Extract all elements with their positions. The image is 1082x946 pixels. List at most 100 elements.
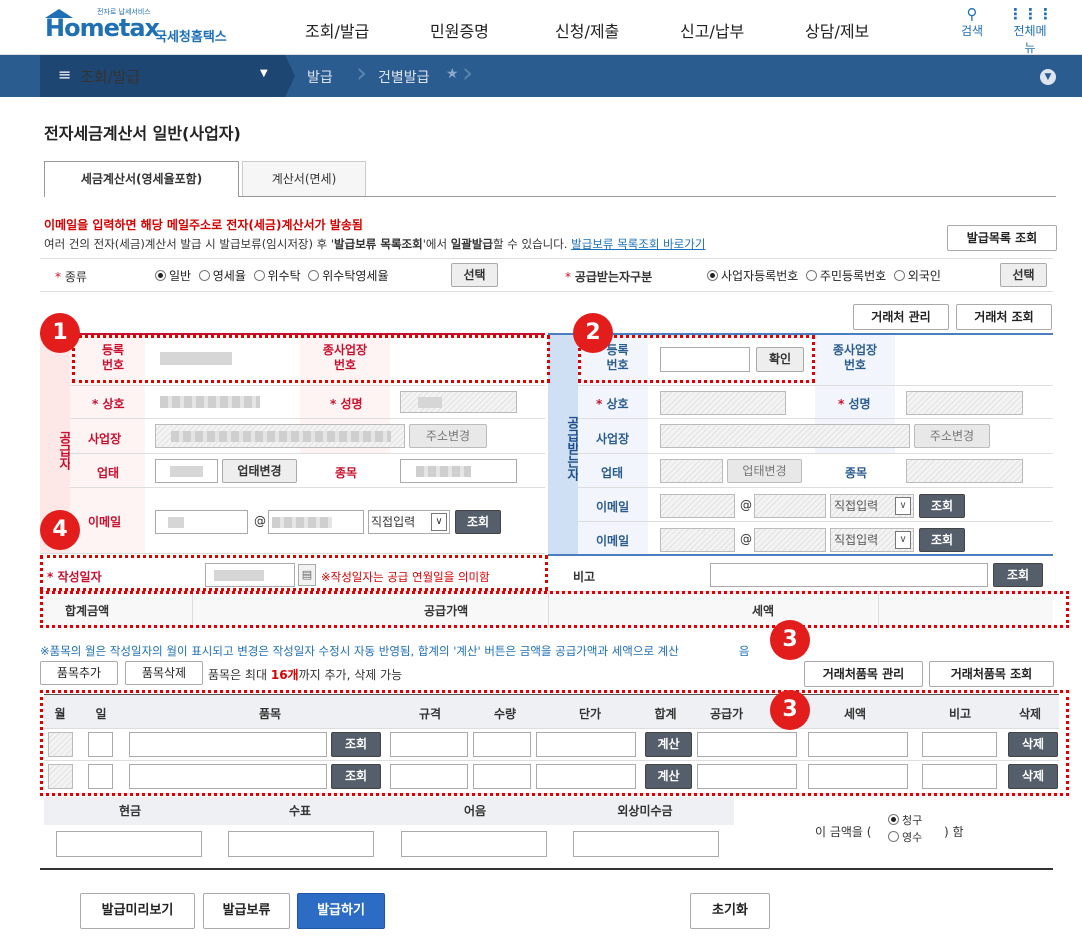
supplier-email-select-value: 직접입력 bbox=[371, 515, 416, 529]
hometax-logo[interactable]: 전자로 납세서비스 Hometax 국세청홈택스 bbox=[45, 7, 245, 47]
receiver-addr-change-button[interactable]: 주소변경 bbox=[914, 424, 990, 448]
annotation-badge-4: 4 bbox=[40, 510, 80, 550]
supplier-name-value bbox=[160, 396, 260, 408]
partner-item-manage-button[interactable]: 거래처품목 관리 bbox=[804, 661, 923, 687]
issue-preview-button[interactable]: 발급미리보기 bbox=[80, 893, 195, 929]
gnb-apply-submit[interactable]: 신청/제출 bbox=[555, 18, 619, 42]
supplier-email-select[interactable]: 직접입력 ∨ bbox=[368, 510, 450, 534]
issue-button[interactable]: 발급하기 bbox=[297, 893, 385, 929]
receiver-email1-id[interactable] bbox=[660, 494, 735, 518]
receiver-ceo-field[interactable] bbox=[906, 391, 1023, 415]
gnb-consult[interactable]: 상담/제보 bbox=[805, 18, 869, 42]
items-note: ※품목의 월은 작성일자의 월이 표시되고 변경은 작성일자 수정시 자동 반영… bbox=[40, 643, 749, 659]
notice-text-d: 일괄발급 bbox=[450, 237, 494, 251]
radio-consign[interactable] bbox=[253, 270, 265, 281]
pay-note-input[interactable] bbox=[401, 831, 547, 857]
annotation-badge-3a: 3 bbox=[770, 620, 810, 660]
radio-consign-zero-label: 위수탁영세율 bbox=[322, 269, 389, 283]
receiver-email1-select[interactable]: 직접입력 ∨ bbox=[830, 494, 914, 518]
receiver-email1-domain[interactable] bbox=[754, 494, 826, 518]
email-at: @ bbox=[740, 532, 752, 546]
supplier-ceo-label: * 성명 bbox=[330, 397, 363, 411]
partner-manage-button[interactable]: 거래처 관리 bbox=[853, 304, 949, 330]
type-radio-group: 일반 영세율 위수탁 위수탁영세율 bbox=[155, 267, 389, 284]
radio-normal-label: 일반 bbox=[169, 269, 192, 283]
receiver-sub-no-label: 종사업장 번호 bbox=[832, 343, 878, 372]
receiver-email2-search-button[interactable]: 조회 bbox=[919, 528, 965, 552]
pay-credit-input[interactable] bbox=[573, 831, 719, 857]
radio-foreigner[interactable] bbox=[893, 270, 905, 281]
receiver-email1-search-button[interactable]: 조회 bbox=[919, 494, 965, 518]
search-button[interactable]: ⚲ 검색 bbox=[950, 6, 994, 39]
supplier-addr-change-button[interactable]: 주소변경 bbox=[409, 424, 487, 448]
nav-menu-dropdown[interactable]: ≡ 조회/발급 ▼ bbox=[40, 55, 285, 97]
delete-item-button[interactable]: 품목삭제 bbox=[125, 661, 203, 685]
breadcrumb-single-issue[interactable]: 건별발급 bbox=[378, 67, 430, 87]
supplier-item-field[interactable] bbox=[400, 459, 517, 483]
all-menu-button[interactable]: ⋮⋮⋮ 전체메뉴 bbox=[1008, 5, 1053, 56]
supplier-biz-change-button[interactable]: 업태변경 bbox=[222, 459, 297, 483]
receiver-email2-id[interactable] bbox=[660, 528, 735, 552]
items-limit-c: 까지 추가, 삭제 가능 bbox=[298, 668, 403, 682]
radio-claim[interactable] bbox=[888, 814, 899, 825]
pay-cash-input[interactable] bbox=[56, 831, 202, 857]
partner-item-search-button[interactable]: 거래처품목 조회 bbox=[929, 661, 1054, 687]
reset-button[interactable]: 초기화 bbox=[690, 893, 770, 929]
chevron-down-icon: ∨ bbox=[895, 497, 911, 515]
radio-consign-zero[interactable] bbox=[308, 270, 320, 281]
supplier-email-label: 이메일 bbox=[88, 515, 122, 529]
issued-list-button[interactable]: 발급목록 조회 bbox=[947, 225, 1057, 251]
issue-hold-button[interactable]: 발급보류 bbox=[203, 893, 290, 929]
gnb-inquiry-issue[interactable]: 조회/발급 bbox=[305, 18, 369, 42]
receipt-option: 영수 bbox=[888, 829, 922, 846]
tab-invoice-exempt[interactable]: 계산서(면세) bbox=[242, 161, 366, 197]
receiver-addr-field[interactable] bbox=[660, 424, 910, 448]
divider bbox=[578, 521, 1053, 522]
radio-biz-no[interactable] bbox=[707, 270, 718, 281]
supplier-ceo-field[interactable] bbox=[400, 391, 517, 413]
receiver-item-field[interactable] bbox=[906, 459, 1023, 483]
gnb-report-pay[interactable]: 신고/납부 bbox=[680, 18, 744, 42]
remark-label: 비고 bbox=[573, 570, 596, 584]
type-label: 종류 bbox=[64, 270, 87, 284]
claim-option: 청구 bbox=[888, 812, 922, 829]
remark-search-button[interactable]: 조회 bbox=[993, 563, 1043, 587]
hold-list-link[interactable]: 발급보류 목록조회 바로가기 bbox=[571, 237, 705, 251]
required-mark: * bbox=[596, 397, 603, 411]
radio-normal[interactable] bbox=[155, 270, 166, 281]
radio-receipt[interactable] bbox=[888, 831, 899, 842]
receiver-name-field[interactable] bbox=[660, 391, 786, 415]
radio-resident-no[interactable] bbox=[805, 270, 817, 281]
tab-tax-invoice[interactable]: 세금계산서(영세율포함) bbox=[44, 161, 239, 197]
supplier-email-search-button[interactable]: 조회 bbox=[455, 510, 501, 534]
supplier-email-domain[interactable] bbox=[268, 510, 364, 534]
pay-check-input[interactable] bbox=[228, 831, 374, 857]
grid-icon: ⋮⋮⋮ bbox=[1008, 5, 1053, 23]
receiver-biz-field[interactable] bbox=[660, 459, 723, 483]
blurred-text bbox=[418, 397, 442, 408]
pay-cash-label: 현금 bbox=[118, 804, 142, 818]
claim-receipt-group: 청구 영수 bbox=[888, 812, 922, 846]
supplier-email-id[interactable] bbox=[155, 510, 248, 534]
required-mark: * bbox=[55, 270, 61, 284]
supplier-addr-field[interactable] bbox=[155, 424, 405, 448]
receiver-email2-select[interactable]: 직접입력 ∨ bbox=[830, 528, 914, 552]
breadcrumb-separator: › bbox=[462, 56, 474, 89]
supplier-biz-field[interactable] bbox=[155, 459, 218, 483]
breadcrumb-issue[interactable]: 발급 bbox=[307, 67, 333, 87]
receiver-email2-domain[interactable] bbox=[754, 528, 826, 552]
radio-foreigner-label: 외국인 bbox=[907, 269, 941, 283]
add-item-button[interactable]: 품목추가 bbox=[40, 661, 118, 685]
chevron-down-icon[interactable]: ▼ bbox=[1040, 69, 1056, 85]
partner-search-button[interactable]: 거래처 조회 bbox=[956, 304, 1052, 330]
gnb-certificates[interactable]: 민원증명 bbox=[430, 18, 489, 42]
remark-input[interactable] bbox=[710, 563, 988, 587]
favorite-star-icon[interactable]: ★ bbox=[446, 66, 459, 82]
type-select-button[interactable]: 선택 bbox=[451, 263, 498, 287]
recv-type-select-button[interactable]: 선택 bbox=[1000, 263, 1047, 287]
divider bbox=[70, 418, 545, 419]
radio-zero-rate[interactable] bbox=[198, 270, 210, 281]
receiver-biz-change-button[interactable]: 업태변경 bbox=[727, 459, 802, 483]
nav-menu-label: 조회/발급 bbox=[80, 68, 141, 86]
tab-gap bbox=[45, 196, 238, 197]
